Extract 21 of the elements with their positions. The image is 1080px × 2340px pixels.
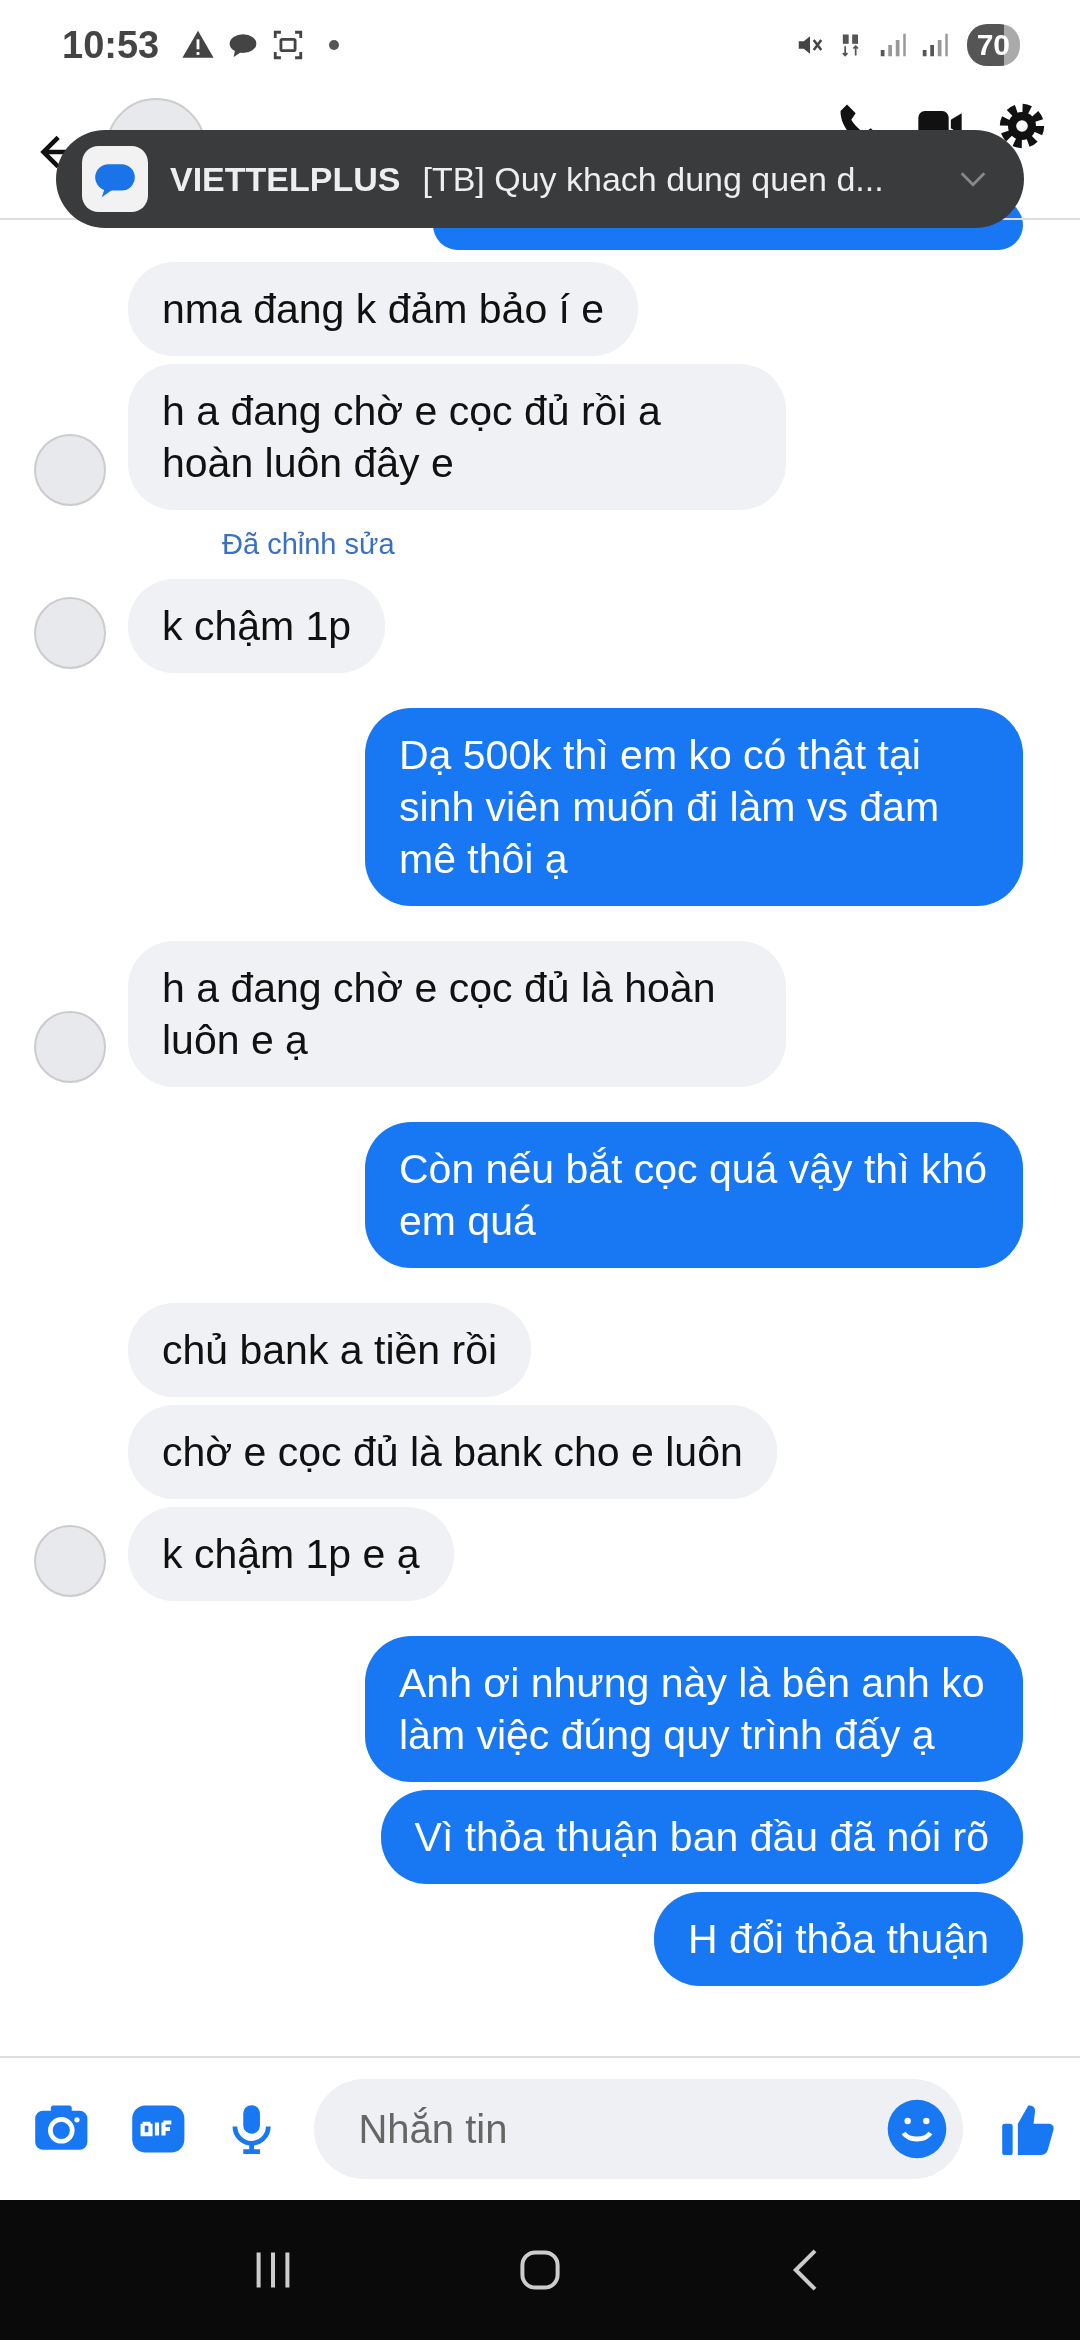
status-dot-icon [329, 40, 340, 50]
message-bubble: Còn nếu bắt cọc quá vậy thì khó em quá [365, 1122, 1023, 1268]
notification-text: [TB] Quy khach dung quen d... [422, 159, 885, 199]
message-bubble: k chậm 1p e ạ [128, 1507, 454, 1601]
edited-label: Đã chỉnh sửa [222, 528, 395, 561]
battery-level: 70 [966, 24, 1020, 66]
message-bubble: Dạ 500k thì em ko có thật tại sinh viên muốn đi làm vs đam mê thôi ạ [365, 708, 1023, 906]
status-time: 10:53 [62, 23, 160, 67]
message-bubble: h a đang chờ e cọc đủ là hoàn luôn e ạ [128, 941, 786, 1087]
message-bubble: H đổi thỏa thuận [654, 1892, 1023, 1986]
message-bubble: Vì thỏa thuận ban đầu đã nói rõ [380, 1790, 1023, 1884]
message-bubble: Anh ơi nhưng này là bên anh ko làm việc đúng quy trình đấy ạ [365, 1636, 1023, 1782]
messages-app-icon [82, 146, 148, 212]
notification-banner[interactable]: VIETTELPLUS [TB] Quy khach dung quen d... [56, 130, 1024, 228]
notification-app-name: VIETTELPLUS [170, 159, 401, 199]
message-bubble: h a đang chờ e cọc đủ rồi a hoàn luôn đây e [128, 364, 786, 510]
message-bubble: chủ bank a tiền rồi [128, 1303, 532, 1397]
message-input[interactable]: Nhắn tin [314, 2079, 964, 2179]
message-bubble: nma đang k đảm bảo í e [128, 262, 639, 356]
message-bubble: chờ e cọc đủ là bank cho e luôn [128, 1405, 777, 1499]
message-bubble: k chậm 1p [128, 579, 386, 673]
